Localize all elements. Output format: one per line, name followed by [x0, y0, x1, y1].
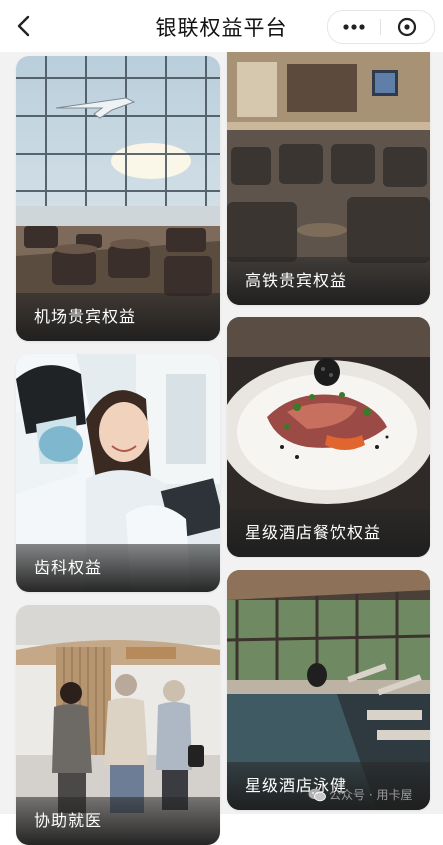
benefit-card-dental[interactable]: 齿科权益 [16, 354, 220, 592]
more-dots-icon[interactable] [328, 11, 380, 43]
benefit-card-airport-lounge[interactable]: 机场贵宾权益 [16, 56, 220, 341]
benefit-card-train-lounge[interactable]: 高铁贵宾权益 [227, 52, 430, 305]
mini-program-capsule [327, 10, 435, 44]
top-navigation-bar: 银联权益平台 [0, 0, 443, 52]
benefit-card-hotel-dining[interactable]: 星级酒店餐饮权益 [227, 317, 430, 557]
watermark-text: 公众号 · 用卡屋 [329, 788, 413, 802]
watermark: 公众号 · 用卡屋 [308, 786, 412, 804]
card-label: 齿科权益 [16, 544, 220, 592]
card-label: 高铁贵宾权益 [227, 257, 430, 305]
card-label: 协助就医 [16, 797, 220, 845]
card-label: 机场贵宾权益 [16, 293, 220, 341]
benefit-card-hotel-pool[interactable]: 星级酒店泳健 [227, 570, 430, 810]
benefit-card-medical-assistance[interactable]: 协助就医 [16, 605, 220, 845]
wechat-icon [308, 788, 326, 802]
benefit-grid: 机场贵宾权益 高铁贵宾权益 齿科权益 星级酒店餐饮权益 协助就医 星级酒店泳健 [0, 52, 443, 845]
close-circle-icon[interactable] [381, 11, 433, 43]
card-label: 星级酒店餐饮权益 [227, 509, 430, 557]
